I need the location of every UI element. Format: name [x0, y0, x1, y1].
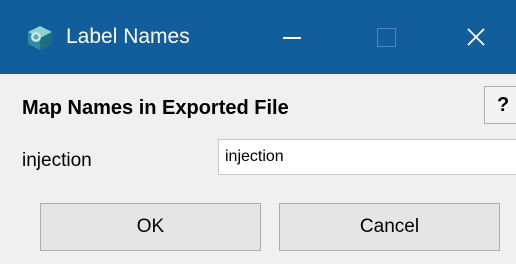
maximize-button[interactable] [356, 0, 416, 74]
ok-button[interactable]: OK [40, 203, 261, 251]
injection-name-input[interactable] [218, 139, 516, 175]
title-bar: Label Names [0, 0, 516, 74]
close-button[interactable] [446, 0, 506, 74]
help-button[interactable]: ? [484, 86, 516, 124]
minimize-button[interactable] [262, 0, 322, 74]
app-icon [26, 25, 54, 51]
close-icon [467, 28, 485, 46]
window-title: Label Names [66, 25, 190, 48]
cancel-button[interactable]: Cancel [279, 203, 500, 251]
injection-label: injection [22, 150, 92, 171]
dialog-heading: Map Names in Exported File [22, 97, 289, 119]
